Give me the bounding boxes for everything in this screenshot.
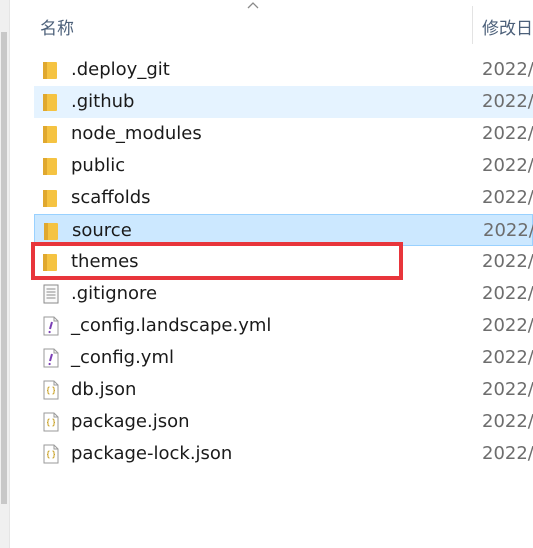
file-row[interactable]: _config.yml 2022/ (34, 342, 533, 374)
file-name: .github (71, 91, 135, 112)
file-name: db.json (71, 379, 137, 400)
file-row[interactable]: db.json 2022/ (34, 374, 533, 406)
file-date-modified: 2022/ (482, 347, 533, 368)
file-date-modified: 2022/ (482, 91, 533, 112)
file-row[interactable]: node_modules 2022/ (34, 118, 533, 150)
folder-icon (42, 188, 60, 208)
file-date-modified: 2022/ (482, 187, 533, 208)
yml-file-icon (42, 316, 60, 336)
file-row[interactable]: .deploy_git 2022/ (34, 54, 533, 86)
left-scrollbar[interactable] (0, 0, 9, 548)
file-date-modified: 2022/ (482, 379, 533, 400)
file-row[interactable]: .gitignore 2022/ (34, 278, 533, 310)
column-divider[interactable] (472, 6, 473, 44)
file-row[interactable]: package-lock.json 2022/ (34, 438, 533, 470)
file-name: source (72, 220, 132, 241)
file-date-modified: 2022/ (482, 155, 533, 176)
file-name: package-lock.json (71, 443, 233, 464)
file-name: node_modules (71, 123, 202, 144)
scrollbar-thumb[interactable] (1, 32, 7, 504)
file-name: scaffolds (71, 187, 151, 208)
json-file-icon (42, 444, 60, 464)
file-date-modified: 2022/ (482, 59, 533, 80)
json-file-icon (42, 412, 60, 432)
json-file-icon (42, 380, 60, 400)
file-row[interactable]: package.json 2022/ (34, 406, 533, 438)
file-date-modified: 2022/ (482, 315, 533, 336)
file-name: .gitignore (71, 283, 158, 304)
folder-icon (42, 156, 60, 176)
file-date-modified: 2022/ (482, 123, 533, 144)
file-name: public (71, 155, 126, 176)
yml-file-icon (42, 348, 60, 368)
file-name: .deploy_git (71, 59, 170, 80)
highlight-annotation-box (31, 242, 403, 280)
folder-icon (42, 92, 60, 112)
file-row[interactable]: _config.landscape.yml 2022/ (34, 310, 533, 342)
file-name: _config.yml (71, 347, 174, 368)
file-date-modified: 2022/ (482, 251, 533, 272)
file-date-modified: 2022/ (482, 443, 533, 464)
column-header-name[interactable]: 名称 (40, 14, 74, 39)
sort-ascending-icon (247, 2, 259, 9)
pane-divider (9, 0, 10, 548)
folder-icon (42, 60, 60, 80)
file-row[interactable]: .github 2022/ (34, 86, 533, 118)
file-date-modified: 2022/ (482, 283, 533, 304)
column-header: 名称 修改日 (10, 0, 533, 46)
folder-icon (42, 124, 60, 144)
file-row[interactable]: scaffolds 2022/ (34, 182, 533, 214)
file-date-modified: 2022/ (483, 220, 533, 241)
file-date-modified: 2022/ (482, 411, 533, 432)
column-header-date-modified[interactable]: 修改日 (482, 14, 533, 39)
file-name: _config.landscape.yml (71, 315, 272, 336)
text-file-icon (42, 284, 60, 304)
file-row[interactable]: public 2022/ (34, 150, 533, 182)
file-name: package.json (71, 411, 190, 432)
folder-icon (43, 221, 61, 241)
